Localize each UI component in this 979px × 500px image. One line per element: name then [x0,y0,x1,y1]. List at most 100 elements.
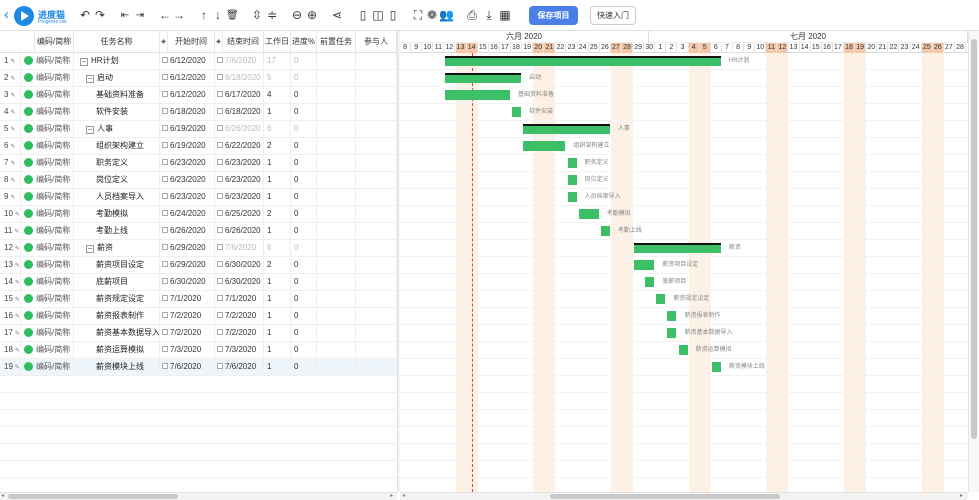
predecessor-cell[interactable] [317,291,356,307]
task-name-cell[interactable]: 岗位定义 [74,172,160,188]
task-bar[interactable] [523,141,566,151]
end-checkbox[interactable] [217,363,223,369]
redo-icon[interactable]: ↷ [93,7,107,24]
vertical-scroll-thumb[interactable] [971,39,977,439]
workdays-cell[interactable]: 4 [264,87,291,103]
table-row[interactable]: 18 ✎ 编码/简称 薪资运算模拟 7/3/2020 7/3/2020 1 0 [0,342,397,359]
edit-pen-icon[interactable]: ✎ [15,280,20,286]
start-checkbox[interactable] [162,295,168,301]
start-date-cell[interactable]: 6/23/2020 [160,172,215,188]
edit-pen-icon[interactable]: ✎ [15,365,20,371]
collapse-toggle-icon[interactable]: − [86,126,94,134]
start-checkbox[interactable] [162,346,168,352]
task-code[interactable]: 编码/简称 [35,291,74,307]
delete-icon[interactable]: 🗑 [226,7,239,24]
end-date-cell[interactable]: 6/30/2020 [215,274,264,290]
task-name-cell[interactable]: 人员档案导入 [74,189,160,205]
edit-pen-icon[interactable]: ✎ [10,195,15,201]
members-icon[interactable]: 👥 [439,7,454,24]
workdays-cell[interactable]: 1 [264,359,291,375]
task-code[interactable]: 编码/简称 [35,70,74,86]
task-name-cell[interactable]: 薪资基本数据导入 [74,325,160,341]
start-checkbox[interactable] [162,363,168,369]
summary-bar[interactable] [634,243,721,253]
predecessor-cell[interactable] [317,189,356,205]
workdays-cell[interactable]: 1 [264,274,291,290]
predecessor-cell[interactable] [317,87,356,103]
end-checkbox[interactable] [217,91,223,97]
end-checkbox[interactable] [217,125,223,131]
workdays-cell[interactable]: 2 [264,138,291,154]
header-code[interactable]: 编码/简称 [35,31,74,53]
task-code[interactable]: 编码/简称 [35,359,74,375]
task-bar[interactable] [512,107,522,117]
outdent-icon[interactable]: ⇤ [118,7,132,24]
workdays-cell[interactable]: 1 [264,172,291,188]
table-row[interactable]: 3 ✎ 编码/简称 基础资料准备 6/12/2020 6/17/2020 4 0 [0,87,397,104]
progress-cell[interactable]: 0 [291,274,317,290]
assignee-cell[interactable] [356,121,397,137]
collapse-all-icon[interactable]: ≑ [265,7,279,24]
table-row[interactable]: 12 ✎ 编码/简称 − 薪资 6/29/2020 7/6/2020 6 0 [0,240,397,257]
assignee-cell[interactable] [356,104,397,120]
start-date-cell[interactable]: 7/2/2020 [160,308,215,324]
predecessor-cell[interactable] [317,257,356,273]
workdays-cell[interactable]: 6 [264,240,291,256]
table-row[interactable]: 9 ✎ 编码/简称 人员档案导入 6/23/2020 6/23/2020 1 0 [0,189,397,206]
edit-pen-icon[interactable]: ✎ [10,144,15,150]
workdays-cell[interactable]: 1 [264,291,291,307]
predecessor-cell[interactable] [317,342,356,358]
table-row[interactable]: 4 ✎ 编码/简称 软件安装 6/18/2020 6/18/2020 1 0 [0,104,397,121]
collapse-toggle-icon[interactable]: − [86,75,94,83]
end-date-cell[interactable]: 6/23/2020 [215,189,264,205]
layout-both-icon[interactable]: ◫ [371,7,385,24]
task-code[interactable]: 编码/简称 [35,240,74,256]
predecessor-cell[interactable] [317,325,356,341]
start-date-cell[interactable]: 6/19/2020 [160,138,215,154]
end-date-cell[interactable]: 7/2/2020 [215,325,264,341]
end-checkbox[interactable] [217,329,223,335]
save-project-button[interactable]: 保存项目 [529,6,578,25]
start-date-cell[interactable]: 7/3/2020 [160,342,215,358]
end-checkbox[interactable] [217,210,223,216]
grid-scroll-thumb[interactable] [8,494,178,499]
start-checkbox[interactable] [162,57,168,63]
table-row[interactable]: 16 ✎ 编码/简称 薪资报表制作 7/2/2020 7/2/2020 1 0 [0,308,397,325]
start-checkbox[interactable] [162,244,168,250]
start-date-cell[interactable]: 6/26/2020 [160,223,215,239]
progress-cell[interactable]: 0 [291,206,317,222]
workdays-cell[interactable]: 1 [264,308,291,324]
workdays-cell[interactable]: 2 [264,257,291,273]
end-date-cell[interactable]: 6/26/2020 [215,223,264,239]
progress-cell[interactable]: 0 [291,291,317,307]
task-name-cell[interactable]: 软件安装 [74,104,160,120]
workdays-cell[interactable]: 1 [264,155,291,171]
start-date-cell[interactable]: 6/12/2020 [160,70,215,86]
end-checkbox[interactable] [217,295,223,301]
header-task-name[interactable]: 任务名称 [74,31,160,53]
task-bar[interactable] [667,311,677,321]
end-checkbox[interactable] [217,312,223,318]
fullscreen-icon[interactable]: ⛶ [411,7,425,24]
end-checkbox[interactable] [217,193,223,199]
start-date-cell[interactable]: 6/19/2020 [160,121,215,137]
table-row[interactable]: 13 ✎ 编码/简称 薪资项目设定 6/29/2020 6/30/2020 2 0 [0,257,397,274]
move-up-icon[interactable]: ↑ [198,7,210,24]
progress-cell[interactable]: 0 [291,70,317,86]
task-name-cell[interactable]: − HR计划 [74,53,160,69]
predecessor-cell[interactable] [317,121,356,137]
task-name-cell[interactable]: 薪资规定设定 [74,291,160,307]
indent-icon[interactable]: ⇥ [133,7,147,24]
start-date-cell[interactable]: 6/18/2020 [160,104,215,120]
edit-pen-icon[interactable]: ✎ [15,331,20,337]
table-row[interactable]: 11 ✎ 编码/简称 考勤上线 6/26/2020 6/26/2020 1 0 [0,223,397,240]
layout-gantt-icon[interactable]: ▯ [386,7,400,24]
end-checkbox[interactable] [217,108,223,114]
start-date-cell[interactable]: 6/30/2020 [160,274,215,290]
header-assignee[interactable]: 参与人 [356,31,397,53]
start-checkbox[interactable] [162,329,168,335]
edit-pen-icon[interactable]: ✎ [10,127,15,133]
end-checkbox[interactable] [217,142,223,148]
workdays-cell[interactable]: 6 [264,121,291,137]
task-bar[interactable] [567,175,577,185]
